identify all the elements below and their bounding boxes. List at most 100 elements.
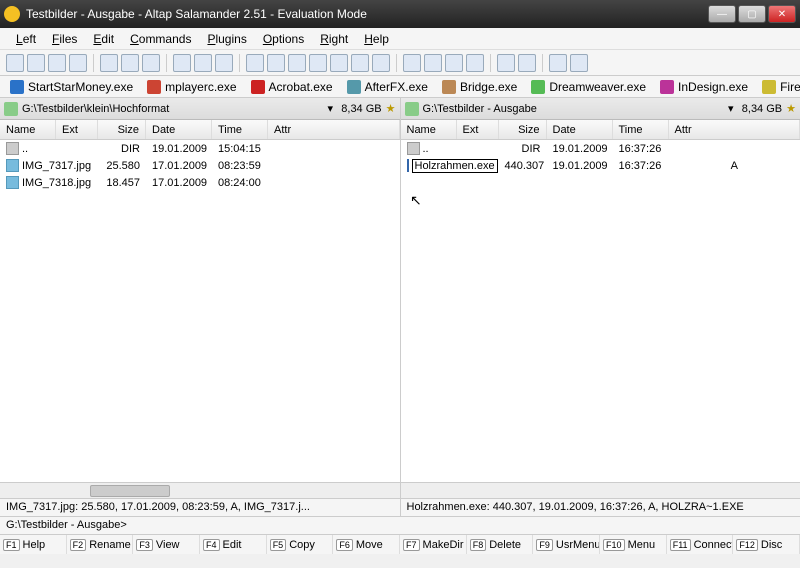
tool-icon[interactable] <box>466 54 484 72</box>
tool-icon[interactable] <box>194 54 212 72</box>
col-size[interactable]: Size <box>98 120 146 139</box>
tool-icon[interactable] <box>142 54 160 72</box>
col-time[interactable]: Time <box>613 120 669 139</box>
file-row[interactable]: ..DIR19.01.200915:04:15 <box>0 140 400 157</box>
scrollbar-thumb[interactable] <box>90 485 170 497</box>
right-free: 8,34 GB <box>742 103 782 115</box>
tool-icon[interactable] <box>267 54 285 72</box>
left-columns[interactable]: Name Ext Size Date Time Attr <box>0 120 400 140</box>
left-pathbar[interactable]: G:\Testbilder\klein\Hochformat ▾ 8,34 GB… <box>0 98 400 120</box>
fkey-key: F9 <box>536 539 553 551</box>
shortcut-item[interactable]: StartStarMoney.exe <box>4 79 139 95</box>
tool-icon[interactable] <box>372 54 390 72</box>
shortcut-item[interactable]: Acrobat.exe <box>245 79 339 95</box>
command-line[interactable]: G:\Testbilder - Ausgabe> <box>0 516 800 534</box>
tool-icon[interactable] <box>27 54 45 72</box>
file-row[interactable]: IMG_7318.jpg18.45717.01.200908:24:00 <box>0 174 400 191</box>
fkey-label: Delete <box>489 539 521 551</box>
shortcut-item[interactable]: Dreamweaver.exe <box>525 79 652 95</box>
fkey-key: F4 <box>203 539 220 551</box>
right-panel: G:\Testbilder - Ausgabe ▾ 8,34 GB ★ Name… <box>401 98 800 498</box>
file-row[interactable]: Holzrahmen.exe440.30719.01.200916:37:26A <box>401 157 800 174</box>
col-date[interactable]: Date <box>547 120 613 139</box>
menu-files[interactable]: Files <box>44 30 85 48</box>
menu-left[interactable]: Left <box>8 30 44 48</box>
col-attr[interactable]: Attr <box>268 120 400 139</box>
col-name[interactable]: Name <box>401 120 457 139</box>
tool-icon[interactable] <box>288 54 306 72</box>
fkey-f1[interactable]: F1Help <box>0 535 67 554</box>
tool-icon[interactable] <box>121 54 139 72</box>
menu-help[interactable]: Help <box>356 30 397 48</box>
shortcut-item[interactable]: Fireworks.exe <box>756 79 800 95</box>
exe-icon <box>531 80 545 94</box>
fkey-f5[interactable]: F5Copy <box>267 535 334 554</box>
shortcut-item[interactable]: AfterFX.exe <box>341 79 434 95</box>
fkey-key: F12 <box>736 539 758 551</box>
menu-right[interactable]: Right <box>312 30 356 48</box>
col-name[interactable]: Name <box>0 120 56 139</box>
tool-icon[interactable] <box>570 54 588 72</box>
minimize-button[interactable]: — <box>708 5 736 23</box>
fkey-f6[interactable]: F6Move <box>333 535 400 554</box>
tool-icon[interactable] <box>246 54 264 72</box>
fkey-f3[interactable]: F3View <box>133 535 200 554</box>
tool-icon[interactable] <box>69 54 87 72</box>
tool-icon[interactable] <box>215 54 233 72</box>
fkey-f2[interactable]: F2Rename <box>67 535 134 554</box>
menu-plugins[interactable]: Plugins <box>199 30 254 48</box>
chevron-down-icon[interactable]: ▾ <box>325 102 335 115</box>
tool-icon[interactable] <box>518 54 536 72</box>
col-size[interactable]: Size <box>499 120 547 139</box>
right-file-list[interactable]: ..DIR19.01.200916:37:26Holzrahmen.exe440… <box>401 140 800 482</box>
col-ext[interactable]: Ext <box>457 120 499 139</box>
fkey-label: UsrMenu <box>556 539 600 551</box>
fkey-f11[interactable]: F11Connect <box>667 535 734 554</box>
shortcut-item[interactable]: mplayerc.exe <box>141 79 242 95</box>
file-attr: A <box>669 160 800 172</box>
fkey-f9[interactable]: F9UsrMenu <box>533 535 600 554</box>
tool-icon[interactable] <box>48 54 66 72</box>
fkey-f8[interactable]: F8Delete <box>467 535 534 554</box>
menu-edit[interactable]: Edit <box>85 30 122 48</box>
tool-icon[interactable] <box>6 54 24 72</box>
chevron-down-icon[interactable]: ▾ <box>726 102 736 115</box>
file-row[interactable]: IMG_7317.jpg25.58017.01.200908:23:59 <box>0 157 400 174</box>
tool-icon[interactable] <box>173 54 191 72</box>
tool-icon[interactable] <box>549 54 567 72</box>
tool-icon[interactable] <box>100 54 118 72</box>
fkey-f7[interactable]: F7MakeDir <box>400 535 467 554</box>
shortcut-item[interactable]: Bridge.exe <box>436 79 523 95</box>
tool-icon[interactable] <box>403 54 421 72</box>
tool-icon[interactable] <box>309 54 327 72</box>
fkey-label: Edit <box>223 539 242 551</box>
tool-icon[interactable] <box>330 54 348 72</box>
file-time: 16:37:26 <box>613 160 669 172</box>
close-button[interactable]: ✕ <box>768 5 796 23</box>
col-attr[interactable]: Attr <box>669 120 800 139</box>
left-file-list[interactable]: ..DIR19.01.200915:04:15IMG_7317.jpg25.58… <box>0 140 400 482</box>
star-icon[interactable]: ★ <box>786 102 796 115</box>
tool-icon[interactable] <box>351 54 369 72</box>
col-ext[interactable]: Ext <box>56 120 98 139</box>
shortcut-item[interactable]: InDesign.exe <box>654 79 754 95</box>
menu-commands[interactable]: Commands <box>122 30 199 48</box>
file-row[interactable]: ..DIR19.01.200916:37:26 <box>401 140 800 157</box>
tool-icon[interactable] <box>445 54 463 72</box>
col-time[interactable]: Time <box>212 120 268 139</box>
fkey-f10[interactable]: F10Menu <box>600 535 667 554</box>
shortcut-label: mplayerc.exe <box>165 80 236 94</box>
maximize-button[interactable]: ▢ <box>738 5 766 23</box>
right-columns[interactable]: Name Ext Size Date Time Attr <box>401 120 800 140</box>
tool-icon[interactable] <box>497 54 515 72</box>
star-icon[interactable]: ★ <box>386 102 396 115</box>
left-scrollbar[interactable] <box>0 482 400 498</box>
fkey-f12[interactable]: F12Disc <box>733 535 800 554</box>
tool-icon[interactable] <box>424 54 442 72</box>
col-date[interactable]: Date <box>146 120 212 139</box>
menu-options[interactable]: Options <box>255 30 312 48</box>
fkey-f4[interactable]: F4Edit <box>200 535 267 554</box>
shortcut-bar: StartStarMoney.exe mplayerc.exe Acrobat.ex… <box>0 76 800 98</box>
right-pathbar[interactable]: G:\Testbilder - Ausgabe ▾ 8,34 GB ★ <box>401 98 800 120</box>
right-scrollbar[interactable] <box>401 482 800 498</box>
